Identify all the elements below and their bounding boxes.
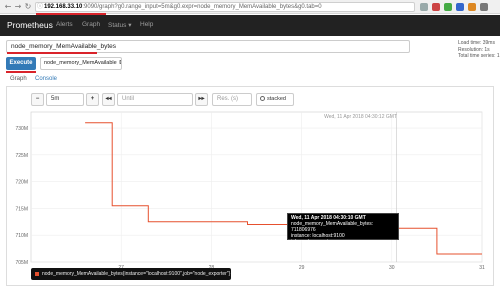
nav-help[interactable]: Help [140, 21, 153, 28]
radio-icon [260, 96, 265, 102]
url-path: :9090/graph?g0.range_input=5m&g0.expr=no… [82, 4, 322, 10]
x-tick-label: 30 [389, 265, 395, 271]
address-bar[interactable]: ⓘ 192.168.33.10:9090/graph?g0.range_inpu… [35, 2, 415, 12]
reload-icon[interactable]: ↻ [23, 2, 33, 12]
y-tick-label: 705M [15, 260, 28, 266]
extension-icon[interactable] [444, 3, 452, 11]
y-tick-label: 730M [15, 126, 28, 132]
stat-load-time: Load time: 39ms [458, 40, 495, 46]
stat-total-series: Total time series: 1 [458, 53, 500, 59]
time-back-button[interactable]: ◂◂ [102, 93, 115, 106]
legend-label: node_memory_MemAvailable_bytes{instance=… [42, 271, 231, 277]
info-icon: ⓘ [37, 4, 44, 10]
range-input[interactable]: 5m [46, 93, 84, 106]
tab-graph[interactable]: Graph [10, 76, 27, 82]
arrow-left-icon[interactable]: ← [3, 2, 13, 12]
query-stats: Load time: 39ms Resolution: 1s Total tim… [458, 40, 500, 60]
navbar: Prometheus Alerts Graph Status ▾ Help [0, 15, 500, 36]
legend-swatch [35, 272, 39, 276]
time-forward-button[interactable]: ▸▸ [195, 93, 208, 106]
hover-tooltip: Wed, 11 Apr 2018 04:30:10 GMT node_memor… [287, 213, 399, 245]
range-minus-button[interactable]: − [31, 93, 44, 106]
tooltip-value: node_memory_MemAvailable_bytes: 71180697… [291, 221, 374, 233]
url-host: 192.168.33.10 [44, 4, 83, 10]
menu-icon[interactable] [480, 3, 488, 11]
range-plus-button[interactable]: + [86, 93, 99, 106]
y-tick-label: 720M [15, 180, 28, 186]
y-tick-label: 710M [15, 233, 28, 239]
extension-icon[interactable] [468, 3, 476, 11]
extension-icon[interactable] [456, 3, 464, 11]
nav-status[interactable]: Status ▾ [108, 21, 132, 29]
browser-toolbar: ← → ↻ ⓘ 192.168.33.10:9090/graph?g0.rang… [0, 0, 500, 14]
plot-area [30, 111, 483, 263]
y-tick-label: 725M [15, 153, 28, 159]
annotation-underline [7, 52, 97, 54]
execute-button[interactable]: Execute [6, 57, 36, 70]
tab-console[interactable]: Console [35, 76, 57, 82]
hover-time-label: Wed, 11 Apr 2018 04:30:12 GMT [324, 114, 397, 120]
x-tick-label: 29 [299, 265, 305, 271]
stacked-toggle[interactable]: stacked [256, 93, 294, 106]
annotation-underline [6, 71, 36, 73]
extension-icon[interactable] [432, 3, 440, 11]
stacked-label: stacked [267, 96, 286, 102]
brand[interactable]: Prometheus [7, 20, 53, 30]
chart-legend[interactable]: node_memory_MemAvailable_bytes{instance=… [31, 268, 231, 280]
nav-graph[interactable]: Graph [82, 21, 100, 28]
nav-alerts[interactable]: Alerts [56, 21, 73, 28]
until-input[interactable]: Until [117, 93, 193, 106]
y-tick-label: 715M [15, 206, 28, 212]
resolution-input[interactable]: Res. (s) [212, 93, 252, 106]
tooltip-job: job: node_exporter [291, 239, 333, 245]
arrow-right-icon[interactable]: → [13, 2, 23, 12]
metric-select[interactable]: node_memory_MemAvailable ⇕ [40, 57, 122, 70]
x-tick-label: 31 [479, 265, 485, 271]
extension-icon[interactable] [420, 3, 428, 11]
